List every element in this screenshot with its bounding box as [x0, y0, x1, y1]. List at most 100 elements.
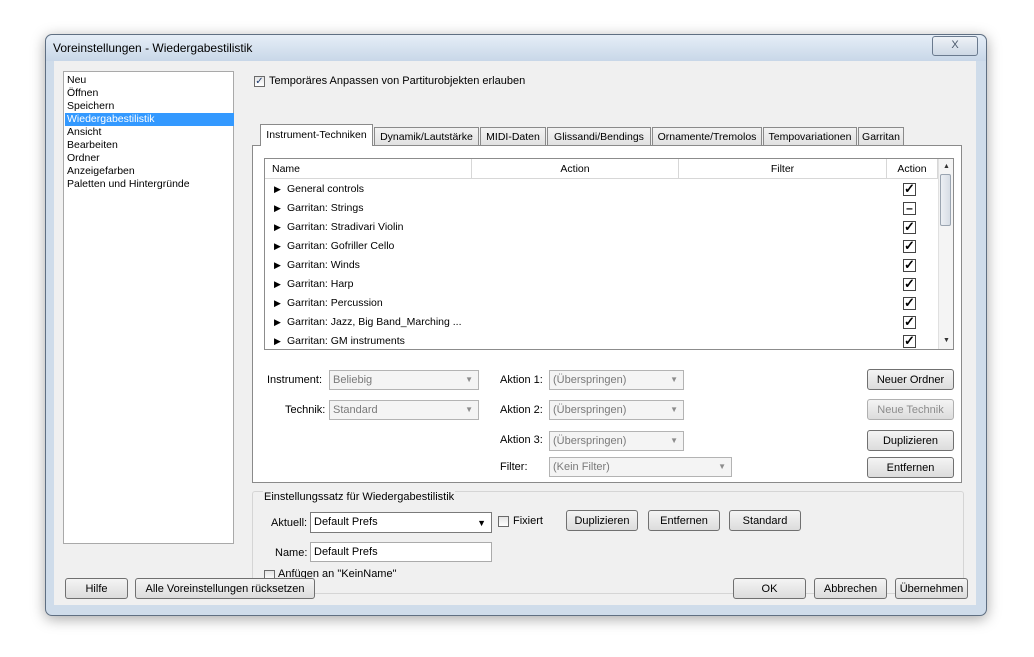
current-set-select[interactable]: Default Prefs ▼	[310, 512, 492, 533]
row-name: Garritan: GM instruments	[287, 335, 405, 347]
category-item[interactable]: Paletten und Hintergründe	[65, 178, 234, 191]
title-bar[interactable]: Voreinstellungen - Wiedergabestilistik X	[46, 35, 986, 61]
table-row[interactable]: ▶ Garritan: Harp ✓	[265, 275, 937, 294]
column-header-action[interactable]: Action	[472, 159, 679, 179]
row-checkbox[interactable]: ✓	[903, 182, 916, 196]
chevron-down-icon: ▼	[465, 375, 473, 384]
expand-arrow-icon[interactable]: ▶	[274, 298, 281, 309]
filter-select-value: (Kein Filter)	[553, 461, 610, 473]
column-header-name[interactable]: Name	[265, 159, 472, 179]
row-checkbox[interactable]: ✓	[903, 258, 916, 272]
row-checkbox[interactable]: ✓	[903, 239, 916, 253]
technik-select-value: Standard	[333, 404, 378, 416]
row-checkbox[interactable]: ✓	[903, 220, 916, 234]
tab-3[interactable]: Glissandi/Bendings	[547, 127, 651, 145]
expand-arrow-icon[interactable]: ▶	[274, 336, 281, 347]
filter-label: Filter:	[500, 461, 528, 473]
table-row[interactable]: ▶ Garritan: Strings –	[265, 199, 937, 218]
table-scrollbar[interactable]: ▲ ▼	[938, 159, 953, 349]
table-row[interactable]: ▶ Garritan: GM instruments ✓	[265, 332, 937, 349]
duplicate-set-button[interactable]: Duplizieren	[566, 510, 638, 531]
row-checkbox[interactable]: ✓	[903, 315, 916, 329]
column-header-filter[interactable]: Filter	[679, 159, 887, 179]
ok-button[interactable]: OK	[733, 578, 806, 599]
settings-set-group-title: Einstellungssatz für Wiedergabestilistik	[263, 491, 456, 503]
category-item[interactable]: Bearbeiten	[65, 139, 234, 152]
row-name: General controls	[287, 183, 365, 195]
duplicate-technik-button[interactable]: Duplizieren	[867, 430, 954, 451]
aktion1-label: Aktion 1:	[500, 374, 543, 386]
close-button[interactable]: X	[932, 36, 978, 56]
tab-2[interactable]: MIDI-Daten	[480, 127, 546, 145]
row-checkbox[interactable]: ✓	[903, 277, 916, 291]
category-item[interactable]: Ordner	[65, 152, 234, 165]
row-name: Garritan: Percussion	[287, 297, 383, 309]
expand-arrow-icon[interactable]: ▶	[274, 203, 281, 214]
partial-checkbox[interactable]: –	[903, 202, 916, 215]
tab-6[interactable]: Garritan	[858, 127, 904, 145]
apply-button[interactable]: Übernehmen	[895, 578, 968, 599]
category-item[interactable]: Neu	[65, 74, 234, 87]
scroll-down-arrow-icon[interactable]: ▼	[943, 337, 950, 344]
fixed-checkbox[interactable]	[498, 516, 509, 527]
window-title: Voreinstellungen - Wiedergabestilistik	[53, 41, 253, 55]
tab-4[interactable]: Ornamente/Tremolos	[652, 127, 762, 145]
aktion3-select[interactable]: (Überspringen) ▼	[549, 431, 684, 451]
aktion2-label: Aktion 2:	[500, 404, 543, 416]
technik-label: Technik:	[285, 404, 326, 416]
fixed-label: Fixiert	[513, 515, 543, 527]
category-list: Neu Öffnen Speichern Wiedergabestilistik Ans…	[63, 71, 234, 544]
expand-arrow-icon[interactable]: ▶	[274, 260, 281, 271]
standard-set-button[interactable]: Standard	[729, 510, 801, 531]
category-item[interactable]: Öffnen	[65, 87, 234, 100]
row-name: Garritan: Jazz, Big Band_Marching ...	[287, 316, 462, 328]
instrument-select[interactable]: Beliebig ▼	[329, 370, 479, 390]
remove-set-button[interactable]: Entfernen	[648, 510, 720, 531]
set-name-input[interactable]: Default Prefs	[310, 542, 492, 562]
row-name: Garritan: Stradivari Violin	[287, 221, 404, 233]
technik-select[interactable]: Standard ▼	[329, 400, 479, 420]
expand-arrow-icon[interactable]: ▶	[274, 279, 281, 290]
temp-adjust-checkbox[interactable]: ✓	[254, 76, 265, 87]
expand-arrow-icon[interactable]: ▶	[274, 184, 281, 195]
table-row[interactable]: ▶ Garritan: Gofriller Cello ✓	[265, 237, 937, 256]
aktion2-select[interactable]: (Überspringen) ▼	[549, 400, 684, 420]
category-item[interactable]: Anzeigefarben	[65, 165, 234, 178]
scroll-up-arrow-icon[interactable]: ▲	[943, 163, 950, 170]
table-row[interactable]: ▶ Garritan: Jazz, Big Band_Marching ... ✓	[265, 313, 937, 332]
tab-1[interactable]: Dynamik/Lautstärke	[374, 127, 479, 145]
new-folder-button[interactable]: Neuer Ordner	[867, 369, 954, 390]
help-button[interactable]: Hilfe	[65, 578, 128, 599]
aktion1-select[interactable]: (Überspringen) ▼	[549, 370, 684, 390]
table-row[interactable]: ▶ Garritan: Stradivari Violin ✓	[265, 218, 937, 237]
aktion2-select-value: (Überspringen)	[553, 404, 627, 416]
category-item[interactable]: Speichern	[65, 100, 234, 113]
chevron-down-icon: ▼	[465, 405, 473, 414]
expand-arrow-icon[interactable]: ▶	[274, 222, 281, 233]
new-technik-button[interactable]: Neue Technik	[867, 399, 954, 420]
table-row[interactable]: ▶ General controls ✓	[265, 180, 937, 199]
row-checkbox[interactable]: ✓	[903, 334, 916, 348]
preferences-dialog: Voreinstellungen - Wiedergabestilistik X…	[45, 34, 987, 616]
table-row[interactable]: ▶ Garritan: Winds ✓	[265, 256, 937, 275]
expand-arrow-icon[interactable]: ▶	[274, 317, 281, 328]
chevron-down-icon: ▼	[670, 375, 678, 384]
filter-select[interactable]: (Kein Filter) ▼	[549, 457, 732, 477]
cancel-button[interactable]: Abbrechen	[814, 578, 887, 599]
current-set-label: Aktuell:	[271, 517, 308, 529]
expand-arrow-icon[interactable]: ▶	[274, 241, 281, 252]
tab-0[interactable]: Instrument-Techniken	[260, 124, 373, 146]
table-row[interactable]: ▶ Garritan: Percussion ✓	[265, 294, 937, 313]
aktion3-label: Aktion 3:	[500, 434, 543, 446]
category-item[interactable]: Wiedergabestilistik	[65, 113, 234, 126]
scroll-thumb[interactable]	[940, 174, 951, 226]
row-name: Garritan: Gofriller Cello	[287, 240, 395, 252]
column-header-action-enabled[interactable]: Action	[887, 159, 938, 179]
tab-5[interactable]: Tempovariationen	[763, 127, 857, 145]
reset-all-button[interactable]: Alle Voreinstellungen rücksetzen	[135, 578, 315, 599]
remove-technik-button[interactable]: Entfernen	[867, 457, 954, 478]
temp-adjust-label: Temporäres Anpassen von Partiturobjekten…	[269, 75, 526, 87]
category-item[interactable]: Ansicht	[65, 126, 234, 139]
row-checkbox[interactable]: ✓	[903, 296, 916, 310]
techniques-table: Name Action Filter Action ▶ General contr…	[264, 158, 954, 350]
